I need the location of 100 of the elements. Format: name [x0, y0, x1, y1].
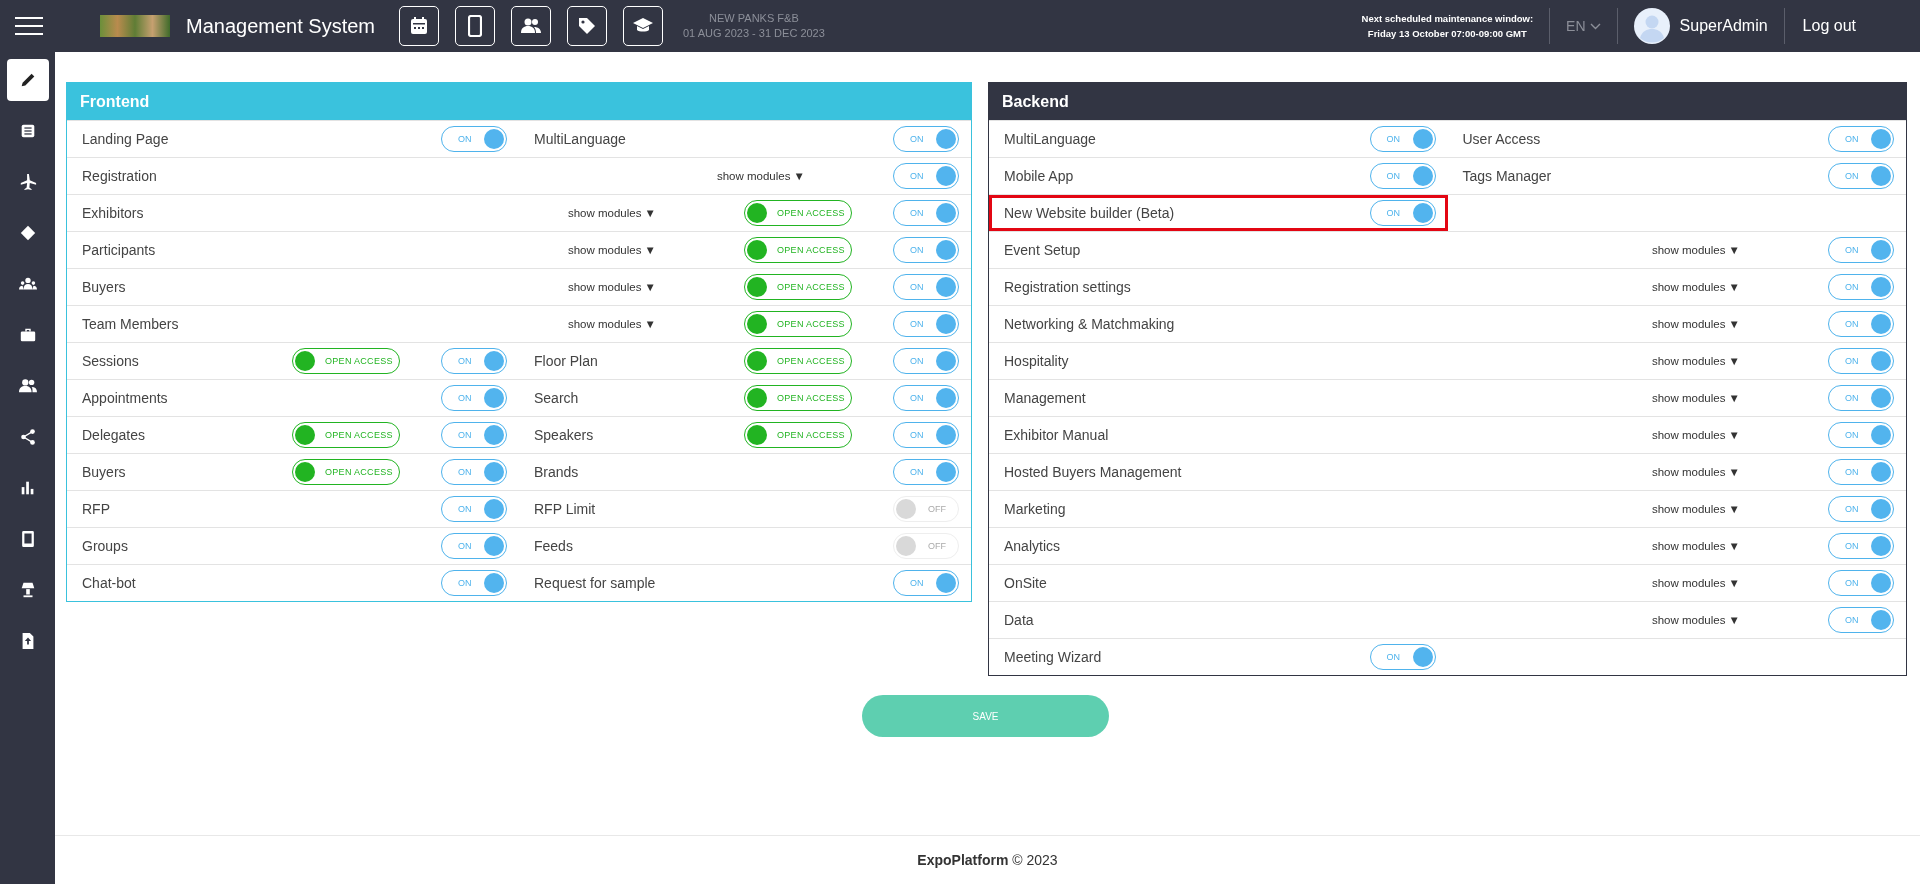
toggle-switch[interactable]: ON	[1369, 126, 1436, 152]
setting-label: Hosted Buyers Management	[1004, 464, 1183, 480]
toggle-switch[interactable]: ON	[1828, 496, 1894, 522]
setting-label: Request for sample	[534, 575, 657, 591]
show-modules-link[interactable]: show modules ▼	[567, 281, 656, 293]
maintenance-time: Friday 13 October 07:00-09:00 GMT	[1367, 27, 1527, 41]
toggle-switch[interactable]: ON	[1828, 311, 1894, 337]
setting-label: Sessions	[82, 353, 140, 369]
open-access-toggle[interactable]: OPEN ACCESS	[744, 311, 852, 337]
show-modules-link[interactable]: show modules ▼	[1651, 244, 1740, 256]
users-button[interactable]	[511, 6, 551, 46]
briefcase-icon	[18, 326, 37, 344]
language-dropdown[interactable]: EN	[1566, 18, 1601, 34]
toggle-switch[interactable]: ON	[1828, 607, 1894, 633]
users-icon	[18, 377, 37, 395]
open-access-toggle[interactable]: OPEN ACCESS	[744, 385, 852, 411]
toggle-switch[interactable]: ON	[893, 237, 959, 263]
toggle-switch[interactable]: ON	[1828, 126, 1894, 152]
setting-label: Landing Page	[82, 131, 170, 147]
toggle-switch[interactable]: ON	[441, 459, 507, 485]
setting-label: Registration	[82, 168, 158, 184]
setting-label: OnSite	[1004, 575, 1048, 591]
toggle-switch[interactable]: ON	[893, 570, 959, 596]
graduation-cap-button[interactable]	[623, 6, 663, 46]
toggle-switch[interactable]: ON	[893, 385, 959, 411]
mobile-button[interactable]	[455, 6, 495, 46]
open-access-toggle[interactable]: OPEN ACCESS	[744, 237, 852, 263]
setting-label: Buyers	[82, 279, 127, 295]
toggle-switch[interactable]: ON	[441, 385, 507, 411]
toggle-switch[interactable]: OFF	[893, 496, 959, 522]
toggle-switch[interactable]: ON	[893, 348, 959, 374]
sidebar-item[interactable]	[6, 59, 49, 101]
toggle-switch[interactable]: ON	[1828, 348, 1894, 374]
toggle-switch[interactable]: ON	[893, 274, 959, 300]
toggle-switch[interactable]: ON	[441, 348, 507, 374]
calendar-button[interactable]	[399, 6, 439, 46]
event-dates: 01 AUG 2023 - 31 DEC 2023	[683, 26, 825, 41]
toggle-switch[interactable]: ON	[441, 570, 507, 596]
save-button[interactable]: SAVE	[862, 695, 1109, 737]
toggle-switch[interactable]: OFF	[893, 533, 959, 559]
show-modules-link[interactable]: show modules ▼	[1651, 281, 1740, 293]
avatar-icon[interactable]	[1633, 8, 1670, 44]
open-access-toggle[interactable]: OPEN ACCESS	[292, 459, 400, 485]
setting-label: Analytics	[1004, 538, 1062, 554]
show-modules-link[interactable]: show modules ▼	[1651, 503, 1740, 515]
open-access-toggle[interactable]: OPEN ACCESS	[292, 422, 400, 448]
open-access-toggle[interactable]: OPEN ACCESS	[292, 348, 400, 374]
show-modules-link[interactable]: show modules ▼	[1651, 392, 1740, 404]
show-modules-link[interactable]: show modules ▼	[567, 244, 656, 256]
toggle-switch[interactable]: ON	[441, 422, 507, 448]
toggle-switch[interactable]: ON	[893, 126, 959, 152]
toggle-switch[interactable]: ON	[1828, 570, 1894, 596]
toggle-switch[interactable]: ON	[893, 422, 959, 448]
toggle-switch[interactable]: ON	[1828, 533, 1894, 559]
show-modules-link[interactable]: show modules ▼	[1651, 466, 1740, 478]
setting-label: Buyers	[82, 464, 127, 480]
open-access-toggle[interactable]: OPEN ACCESS	[744, 348, 852, 374]
setting-label: User Access	[1462, 131, 1542, 147]
show-modules-link[interactable]: show modules ▼	[1651, 614, 1740, 626]
menu-button[interactable]	[15, 17, 43, 35]
show-modules-link[interactable]: show modules ▼	[1651, 577, 1740, 589]
toggle-switch[interactable]: ON	[1369, 163, 1436, 189]
open-access-toggle[interactable]: OPEN ACCESS	[744, 274, 852, 300]
toggle-switch[interactable]: ON	[1828, 237, 1894, 263]
setting-label: RFP	[82, 501, 111, 517]
tag-button[interactable]	[567, 6, 607, 46]
show-modules-link[interactable]: show modules ▼	[567, 318, 656, 330]
toggle-switch[interactable]: ON	[893, 163, 959, 189]
setting-label: MultiLanguage	[1004, 131, 1097, 147]
show-modules-link[interactable]: show modules ▼	[1651, 429, 1740, 441]
open-access-toggle[interactable]: OPEN ACCESS	[744, 422, 852, 448]
setting-label: Floor Plan	[534, 353, 599, 369]
toggle-switch[interactable]: ON	[1828, 385, 1894, 411]
setting-label: Appointments	[82, 390, 169, 406]
setting-label: Feeds	[534, 538, 574, 554]
setting-label: MultiLanguage	[534, 131, 627, 147]
toggle-switch[interactable]: ON	[441, 496, 507, 522]
airplane-icon	[18, 173, 37, 191]
toggle-switch[interactable]: ON	[1828, 422, 1894, 448]
toggle-switch[interactable]: ON	[1369, 200, 1436, 226]
toggle-switch[interactable]: ON	[1369, 644, 1436, 670]
show-modules-link[interactable]: show modules ▼	[567, 207, 656, 219]
show-modules-link[interactable]: show modules ▼	[1651, 355, 1740, 367]
show-modules-link[interactable]: show modules ▼	[1651, 318, 1740, 330]
setting-label: Participants	[82, 242, 157, 258]
show-modules-link[interactable]: show modules ▼	[716, 170, 805, 182]
toggle-switch[interactable]: ON	[893, 459, 959, 485]
show-modules-link[interactable]: show modules ▼	[1651, 540, 1740, 552]
toggle-switch[interactable]: ON	[441, 533, 507, 559]
toggle-switch[interactable]: ON	[1828, 459, 1894, 485]
logout-link[interactable]: Log out	[1802, 17, 1856, 35]
setting-label: Meeting Wizard	[1004, 649, 1103, 665]
open-access-toggle[interactable]: OPEN ACCESS	[744, 200, 852, 226]
toggle-switch[interactable]: ON	[893, 311, 959, 337]
toggle-switch[interactable]: ON	[893, 200, 959, 226]
toggle-switch[interactable]: ON	[1828, 274, 1894, 300]
toggle-switch[interactable]: ON	[441, 126, 507, 152]
user-name[interactable]: SuperAdmin	[1679, 17, 1768, 35]
toggle-switch[interactable]: ON	[1828, 163, 1894, 189]
footer-copyright: ExpoPlatform © 2023	[917, 852, 1058, 868]
